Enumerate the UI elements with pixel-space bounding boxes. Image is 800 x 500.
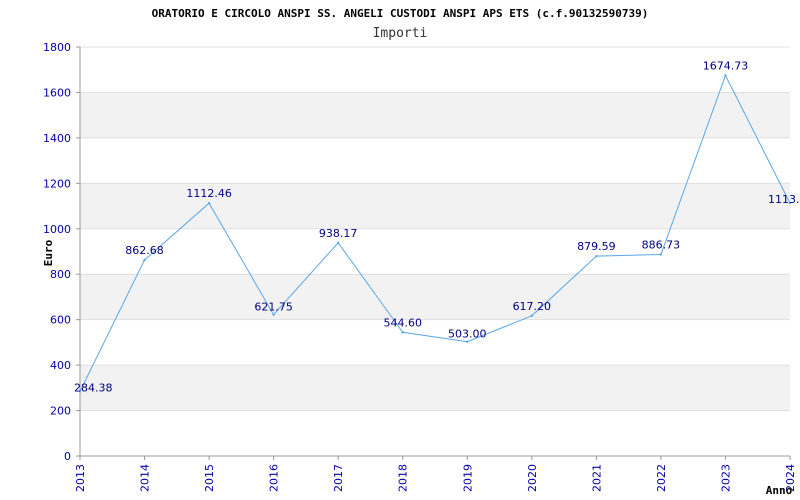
x-tick-label: 2018 — [397, 464, 410, 492]
y-tick-label: 1600 — [43, 86, 71, 99]
data-point — [272, 313, 275, 316]
y-tick-label: 1000 — [43, 223, 71, 236]
y-tick-label: 600 — [50, 314, 71, 327]
chart-subtitle: Importi — [373, 26, 428, 41]
x-tick-label: 2013 — [74, 464, 87, 492]
data-point — [724, 74, 727, 77]
data-point — [466, 340, 469, 343]
x-axis-label: Anno — [766, 484, 793, 497]
y-tick-label: 200 — [50, 405, 71, 418]
x-tick-label: 2020 — [526, 464, 539, 492]
y-tick-label: 400 — [50, 359, 71, 372]
y-tick-label: 1800 — [43, 41, 71, 54]
x-tick-label: 2021 — [590, 464, 603, 492]
y-tick-label: 0 — [64, 450, 71, 463]
line-chart: ORATORIO E CIRCOLO ANSPI SS. ANGELI CUST… — [42, 7, 800, 497]
chart-title: ORATORIO E CIRCOLO ANSPI SS. ANGELI CUST… — [152, 7, 649, 20]
background-band — [80, 92, 790, 138]
data-point — [595, 254, 598, 258]
y-axis-label: Euro — [42, 239, 55, 266]
data-label: 503.00 — [448, 328, 487, 341]
background-band — [80, 274, 790, 320]
data-label: 886.73 — [642, 239, 681, 252]
data-label: 862.68 — [125, 244, 164, 257]
x-axis-ticks: 2013 2014 2015 2016 2017 2018 2019 2020 2021 2022… — [74, 456, 797, 492]
data-label: 1112.46 — [186, 187, 232, 200]
background-band — [80, 365, 790, 411]
data-point — [659, 253, 663, 256]
data-label: 284.38 — [74, 381, 113, 394]
x-tick-label: 2015 — [203, 464, 216, 492]
x-tick-label: 2016 — [268, 464, 281, 492]
data-point — [530, 314, 534, 317]
data-label: 879.59 — [577, 240, 616, 253]
data-point — [401, 331, 404, 334]
data-point — [336, 241, 340, 245]
data-label: 1113.2 — [768, 193, 800, 206]
data-label: 1674.73 — [703, 59, 749, 72]
x-tick-label: 2022 — [655, 464, 668, 492]
data-point — [207, 202, 211, 205]
data-label: 617.20 — [513, 300, 552, 313]
data-label: 938.17 — [319, 227, 358, 240]
x-tick-label: 2014 — [139, 464, 152, 492]
y-tick-label: 800 — [50, 268, 71, 281]
y-tick-label: 1200 — [43, 177, 71, 190]
plot-background-bands — [80, 92, 790, 411]
y-tick-label: 1400 — [43, 132, 71, 145]
x-tick-label: 2023 — [719, 464, 732, 492]
x-tick-label: 2019 — [461, 464, 474, 492]
data-label: 621.75 — [254, 301, 293, 314]
x-tick-label: 2017 — [332, 464, 345, 492]
data-point — [143, 258, 146, 262]
data-label: 544.60 — [383, 316, 422, 329]
